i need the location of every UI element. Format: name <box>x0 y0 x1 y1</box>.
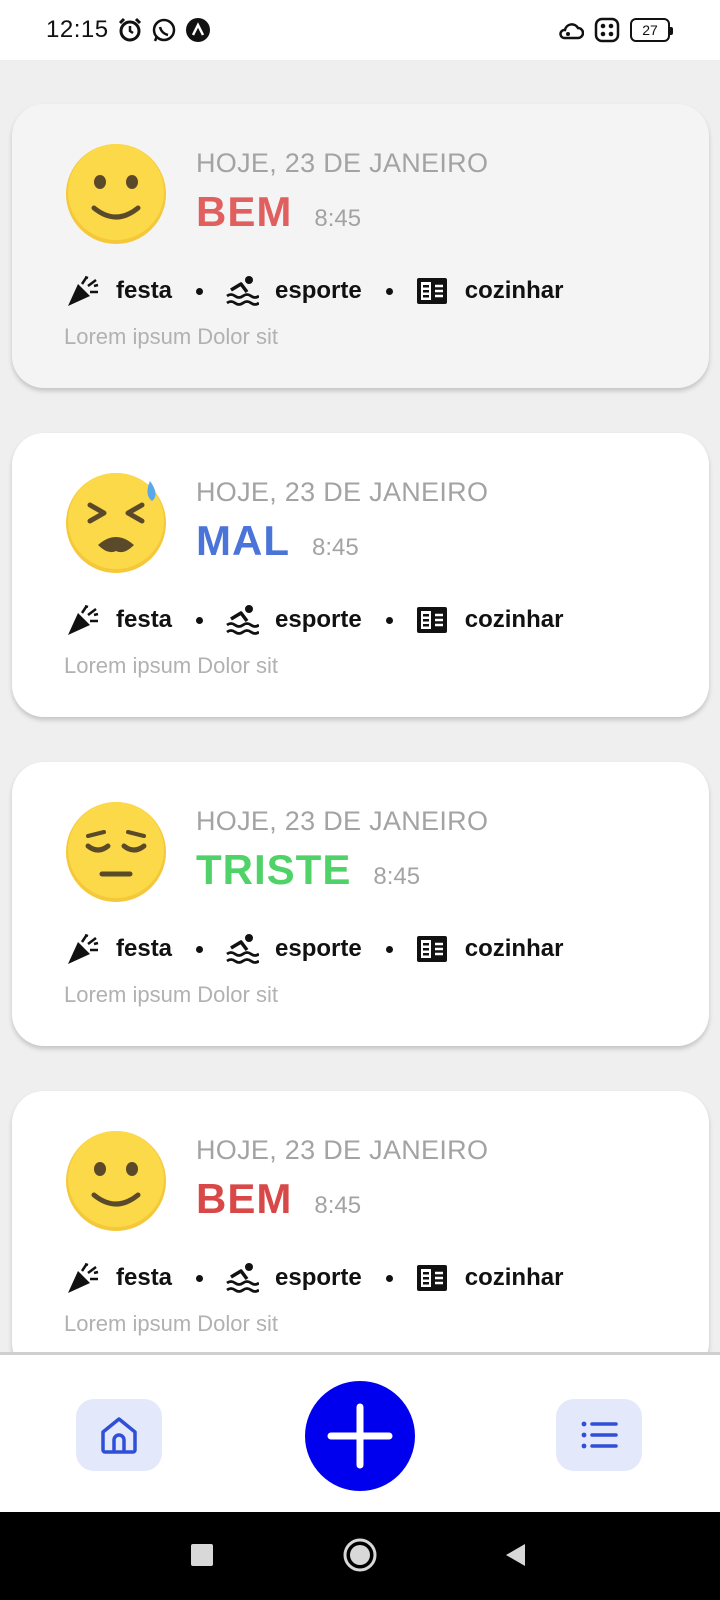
home-circle-icon[interactable] <box>342 1537 378 1573</box>
party-popper-icon <box>68 1262 99 1293</box>
mood-feed[interactable]: HOJE, 23 DE JANEIRO BEM 8:45 festa espor… <box>0 60 720 1352</box>
app-notification-icon <box>185 18 210 42</box>
tag-cozinhar: cozinhar <box>415 1261 564 1295</box>
tag-label: cozinhar <box>464 606 564 633</box>
entry-date: HOJE, 23 DE JANEIRO <box>196 148 489 178</box>
add-entry-button[interactable] <box>305 1381 415 1491</box>
tag-label: festa <box>116 1264 173 1291</box>
status-bar: 12:15 27 <box>0 0 720 60</box>
entry-date: HOJE, 23 DE JANEIRO <box>196 1135 489 1165</box>
mood-entry-card[interactable]: HOJE, 23 DE JANEIRO BEM 8:45 festa espor… <box>12 104 709 388</box>
mood-label: MAL <box>196 517 290 564</box>
bottom-navigation <box>0 1352 720 1512</box>
slightly-smiling-face-icon <box>66 1131 166 1231</box>
tag-esporte: esporte <box>225 1261 362 1295</box>
tired-sweat-face-icon <box>66 473 166 573</box>
activity-tags: festa esporte cozinhar <box>66 1261 563 1295</box>
entry-time: 8:45 <box>373 863 421 890</box>
list-icon <box>581 1421 618 1449</box>
whatsapp-icon <box>152 18 175 42</box>
separator-dot <box>196 945 204 953</box>
entry-date: HOJE, 23 DE JANEIRO <box>196 477 489 507</box>
tag-festa: festa <box>66 274 172 308</box>
swimming-icon <box>226 276 260 306</box>
entry-time: 8:45 <box>311 534 359 561</box>
entry-note: Lorem ipsum Dolor sit <box>64 982 278 1007</box>
mood-entry-card[interactable]: HOJE, 23 DE JANEIRO MAL 8:45 festa espor… <box>12 433 709 717</box>
separator-dot <box>385 287 393 295</box>
apps-grid-icon <box>594 17 620 43</box>
mood-label: BEM <box>196 188 293 235</box>
tag-label: cozinhar <box>464 935 564 962</box>
tag-label: festa <box>116 935 173 962</box>
mood-label: TRISTE <box>196 846 352 893</box>
mood-entry-card[interactable]: HOJE, 23 DE JANEIRO BEM 8:45 festa espor… <box>12 1091 709 1352</box>
tag-festa: festa <box>66 603 172 637</box>
entry-date: HOJE, 23 DE JANEIRO <box>196 806 489 836</box>
separator-dot <box>196 1274 204 1282</box>
activity-tags: festa esporte cozinhar <box>66 274 563 308</box>
entry-note: Lorem ipsum Dolor sit <box>64 1311 278 1336</box>
tag-label: cozinhar <box>464 277 564 304</box>
recents-square-icon[interactable] <box>190 1543 214 1567</box>
plus-icon <box>327 1403 393 1469</box>
tag-esporte: esporte <box>225 932 362 966</box>
battery-icon: 27 <box>630 18 673 42</box>
recipe-book-icon <box>416 1265 447 1291</box>
recipe-book-icon <box>416 607 447 633</box>
tag-label: festa <box>116 277 173 304</box>
cloud-sync-icon <box>559 23 584 40</box>
separator-dot <box>385 1274 393 1282</box>
separator-dot <box>196 287 204 295</box>
tag-esporte: esporte <box>225 603 362 637</box>
activity-tags: festa esporte cozinhar <box>66 932 563 966</box>
entry-note: Lorem ipsum Dolor sit <box>64 324 278 349</box>
mood-label: BEM <box>196 1175 293 1222</box>
tag-cozinhar: cozinhar <box>415 932 564 966</box>
recipe-book-icon <box>416 936 447 962</box>
party-popper-icon <box>68 275 99 306</box>
tag-label: cozinhar <box>464 1264 564 1291</box>
battery-level: 27 <box>642 22 658 38</box>
separator-dot <box>385 945 393 953</box>
separator-dot <box>385 616 393 624</box>
party-popper-icon <box>68 933 99 964</box>
swimming-icon <box>226 1263 260 1293</box>
home-icon <box>101 1417 137 1454</box>
entry-time: 8:45 <box>314 205 362 232</box>
tag-label: festa <box>116 606 173 633</box>
mood-entry-card[interactable]: HOJE, 23 DE JANEIRO TRISTE 8:45 festa es… <box>12 762 709 1046</box>
swimming-icon <box>226 605 260 635</box>
swimming-icon <box>226 934 260 964</box>
tag-festa: festa <box>66 1261 172 1295</box>
tag-cozinhar: cozinhar <box>415 274 564 308</box>
tag-esporte: esporte <box>225 274 362 308</box>
tag-label: esporte <box>275 935 362 962</box>
tag-festa: festa <box>66 932 172 966</box>
tag-label: esporte <box>275 1264 362 1291</box>
separator-dot <box>196 616 204 624</box>
entry-note: Lorem ipsum Dolor sit <box>64 653 278 678</box>
list-button[interactable] <box>556 1399 642 1471</box>
recipe-book-icon <box>416 278 447 304</box>
entry-time: 8:45 <box>314 1192 362 1219</box>
alarm-icon <box>118 17 141 42</box>
home-button[interactable] <box>76 1399 162 1471</box>
party-popper-icon <box>68 604 99 635</box>
slightly-smiling-face-icon <box>66 144 166 244</box>
pensive-face-icon <box>66 802 166 902</box>
status-time: 12:15 <box>46 16 109 43</box>
activity-tags: festa esporte cozinhar <box>66 603 563 637</box>
tag-label: esporte <box>275 606 362 633</box>
tag-label: esporte <box>275 277 362 304</box>
system-navigation-bar <box>0 1512 720 1600</box>
tag-cozinhar: cozinhar <box>415 603 564 637</box>
back-triangle-icon[interactable] <box>503 1542 527 1568</box>
